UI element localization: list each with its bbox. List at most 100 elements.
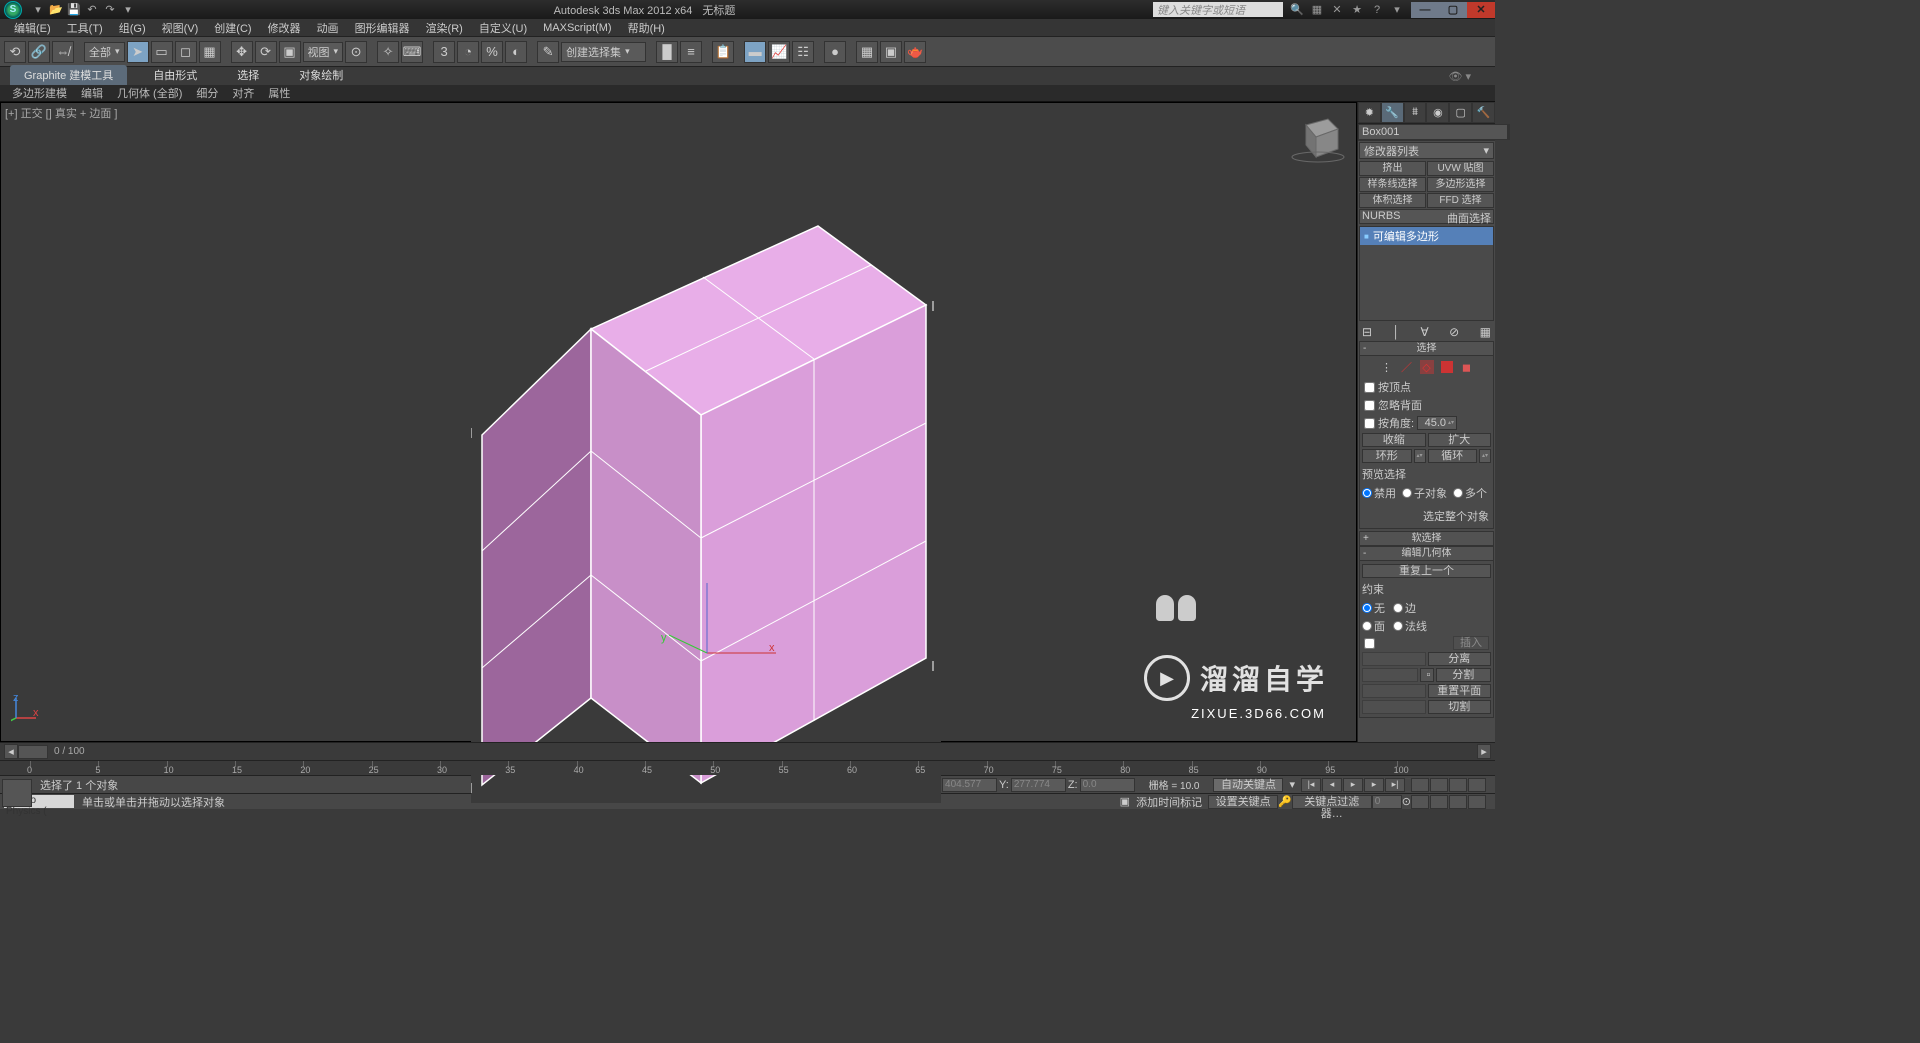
manipulate-icon[interactable]: ✧ [377, 41, 399, 63]
mod-btn-ffd[interactable]: FFD 选择 [1427, 193, 1494, 208]
reset-plane-button[interactable]: 重置平面 [1428, 684, 1492, 698]
attach-button[interactable] [1362, 668, 1418, 682]
rotate-icon[interactable]: ⟳ [255, 41, 277, 63]
graphite-ribbon-icon[interactable]: ▬ [744, 41, 766, 63]
zoom-icon[interactable] [1430, 778, 1448, 792]
close-button[interactable]: ✕ [1467, 2, 1495, 18]
render-frame-icon[interactable]: ▣ [880, 41, 902, 63]
zoom-region-icon[interactable] [1449, 795, 1467, 809]
modifier-item-editpoly[interactable]: 可编辑多边形 [1360, 227, 1493, 245]
maxscript-mini-listener-toggle[interactable] [2, 779, 32, 807]
attach-list-button[interactable]: ▫ [1420, 668, 1434, 682]
preserve-uv-check[interactable]: 插入 [1362, 635, 1491, 651]
align-icon[interactable]: ≡ [680, 41, 702, 63]
scale-icon[interactable]: ▣ [279, 41, 301, 63]
material-editor-icon[interactable]: ● [824, 41, 846, 63]
repeat-last-button[interactable]: 重复上一个 [1362, 564, 1491, 578]
slice-plane-button[interactable] [1362, 684, 1426, 698]
grow-button[interactable]: 扩大 [1428, 433, 1492, 447]
ring-spinner[interactable] [1414, 449, 1426, 463]
qat-new-icon[interactable]: ▾ [30, 2, 46, 18]
timeline-track[interactable]: 0 5 10 15 20 25 30 35 40 45 50 55 60 65 … [0, 760, 1495, 775]
unlink-icon[interactable]: ⇎ [52, 41, 74, 63]
ribbon-tab-objectpaint[interactable]: 对象绘制 [285, 65, 357, 85]
viewport[interactable]: [+] 正交 [] 真实 + 边面 ] [0, 102, 1357, 742]
menu-modifiers[interactable]: 修改器 [262, 20, 307, 36]
ribbon-panel-properties[interactable]: 属性 [264, 85, 294, 101]
ref-coord-dropdown[interactable]: 视图 [303, 42, 344, 62]
autokey-button[interactable]: 自动关键点 [1213, 778, 1283, 792]
z-coord-field[interactable]: 0.0 [1080, 778, 1135, 792]
object-name-field[interactable] [1358, 124, 1508, 140]
app-icon[interactable] [4, 1, 22, 19]
qat-more-icon[interactable]: ▾ [120, 2, 136, 18]
time-tag-button[interactable]: 添加时间标记 [1136, 794, 1202, 810]
mirror-icon[interactable]: ▐▌ [656, 41, 678, 63]
time-config-icon[interactable]: ⊙ [1402, 795, 1411, 808]
tab-create-icon[interactable]: ✹ [1358, 102, 1381, 123]
next-frame-icon[interactable]: ▸ [1364, 778, 1384, 792]
menu-maxscript[interactable]: MAXScript(M) [537, 22, 617, 34]
loop-button[interactable]: 循环 [1428, 449, 1478, 463]
viewcube[interactable] [1286, 113, 1346, 163]
orbit-icon[interactable] [1411, 795, 1429, 809]
selection-filter[interactable]: 全部 [84, 42, 125, 62]
shrink-button[interactable]: 收缩 [1362, 433, 1426, 447]
angle-spinner[interactable]: 45.0 [1417, 416, 1457, 430]
layers-icon[interactable]: 📋 [712, 41, 734, 63]
spinner-snap-icon[interactable]: ◐ [505, 41, 527, 63]
constraint-face-radio[interactable]: 面 [1362, 618, 1385, 634]
tab-motion-icon[interactable]: ◉ [1426, 102, 1449, 123]
ribbon-panel-subdiv[interactable]: 细分 [192, 85, 222, 101]
help-icon[interactable]: ? [1369, 2, 1385, 18]
box-object[interactable]: x y [471, 223, 941, 803]
loop-spinner[interactable] [1479, 449, 1491, 463]
keyboard-icon[interactable]: ⌨ [401, 41, 423, 63]
maximize-vp-icon[interactable] [1430, 795, 1448, 809]
ribbon-tab-selection[interactable]: 选择 [223, 65, 273, 85]
fov-icon[interactable] [1449, 778, 1467, 792]
move-icon[interactable]: ✥ [231, 41, 253, 63]
modifier-list-dropdown[interactable]: 修改器列表▾ [1359, 142, 1494, 159]
window-crossing-icon[interactable]: ▦ [199, 41, 221, 63]
preview-off-radio[interactable]: 禁用 [1362, 485, 1396, 501]
dropdown-icon[interactable]: ▾ [1389, 2, 1405, 18]
menu-help[interactable]: 帮助(H) [622, 20, 671, 36]
ribbon-panel-polymodel[interactable]: 多边形建模 [8, 85, 71, 101]
play-icon[interactable]: ▸ [1343, 778, 1363, 792]
current-frame-field[interactable]: 0 [1372, 795, 1402, 809]
modifier-stack[interactable]: 可编辑多边形 [1359, 226, 1494, 321]
ribbon-tab-freeform[interactable]: 自由形式 [139, 65, 211, 85]
by-angle-check[interactable]: 按角度:45.0 [1362, 414, 1491, 432]
setkey-button[interactable]: 设置关键点 [1208, 795, 1278, 809]
rollout-selection[interactable]: 选择 [1359, 341, 1494, 356]
render-setup-icon[interactable]: ▦ [856, 41, 878, 63]
menu-views[interactable]: 视图(V) [156, 20, 205, 36]
zoom-extents-icon[interactable] [1468, 778, 1486, 792]
polygon-mode-icon[interactable] [1440, 360, 1454, 374]
cut-button[interactable]: 切割 [1428, 700, 1492, 714]
tab-hierarchy-icon[interactable]: ⩩ [1404, 102, 1427, 123]
timeline-left-arrow[interactable]: ◂ [4, 744, 18, 759]
key-mode-icon[interactable]: 🔑 [1278, 795, 1292, 808]
goto-end-icon[interactable]: ▸| [1385, 778, 1405, 792]
constraint-normal-radio[interactable]: 法线 [1393, 618, 1427, 634]
select-name-icon[interactable]: ▭ [151, 41, 173, 63]
menu-tools[interactable]: 工具(T) [61, 20, 109, 36]
help-search[interactable]: 键入关键字或短语 [1153, 2, 1283, 17]
percent-snap-icon[interactable]: % [481, 41, 503, 63]
vertex-mode-icon[interactable]: ⋮ [1380, 360, 1394, 374]
mod-btn-poly[interactable]: 多边形选择 [1427, 177, 1494, 192]
pan-icon[interactable] [1411, 778, 1429, 792]
menu-customize[interactable]: 自定义(U) [473, 20, 533, 36]
menu-group[interactable]: 组(G) [113, 20, 152, 36]
minimize-button[interactable]: — [1411, 2, 1439, 18]
quickslice-button[interactable] [1362, 700, 1426, 714]
snap-toggle-icon[interactable]: 3 [433, 41, 455, 63]
pivot-icon[interactable]: ⊙ [345, 41, 367, 63]
tab-utilities-icon[interactable]: 🔨 [1472, 102, 1495, 123]
search-icon[interactable]: 🔍 [1289, 2, 1305, 18]
curve-editor-icon[interactable]: 📈 [768, 41, 790, 63]
unique-icon[interactable]: ∀ [1420, 325, 1428, 339]
timeline-right-arrow[interactable]: ▸ [1477, 744, 1491, 759]
